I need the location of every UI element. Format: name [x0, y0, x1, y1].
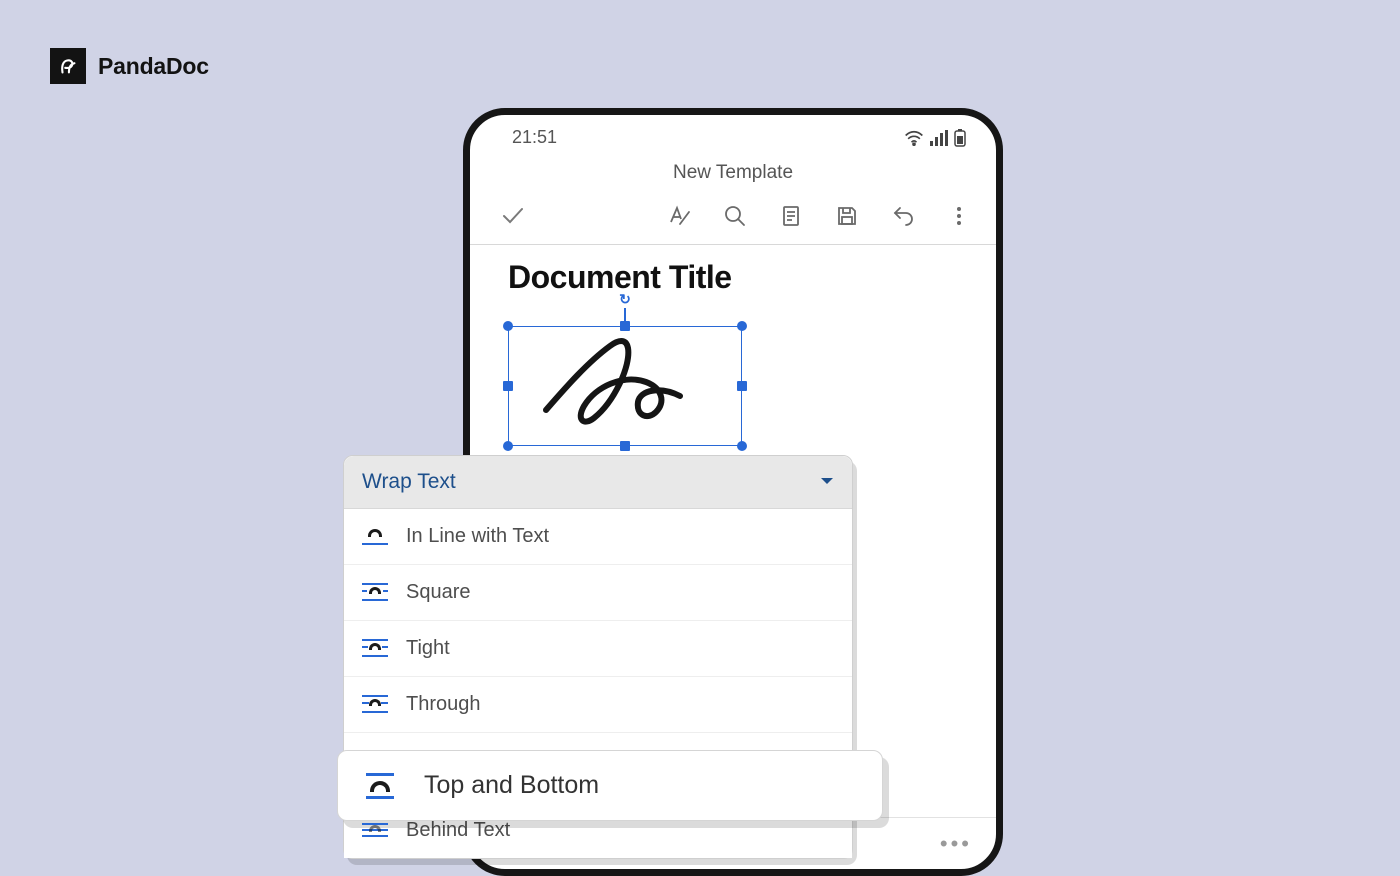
wrap-text-title: Wrap Text	[362, 470, 456, 494]
wrap-tight-icon	[362, 639, 388, 659]
wrap-behind-icon	[362, 821, 388, 841]
collapse-caret-icon	[820, 473, 834, 491]
text-style-button[interactable]	[652, 198, 706, 234]
wrap-inline-icon	[362, 527, 388, 547]
status-icons	[904, 129, 966, 147]
resize-handle-bl[interactable]	[503, 441, 513, 451]
wrap-option-label: Behind Text	[406, 819, 510, 842]
document-canvas[interactable]: Document Title ↻	[470, 245, 996, 460]
wrap-option-inline[interactable]: In Line with Text	[344, 509, 852, 565]
wrap-option-tight[interactable]: Tight	[344, 621, 852, 677]
resize-handle-tr[interactable]	[737, 321, 747, 331]
status-bar: 21:51	[470, 115, 996, 154]
resize-handle-tl[interactable]	[503, 321, 513, 331]
toolbar	[470, 194, 996, 245]
document-name[interactable]: New Template	[470, 154, 996, 194]
search-button[interactable]	[708, 198, 762, 234]
wrap-option-through[interactable]: Through	[344, 677, 852, 733]
resize-handle-t[interactable]	[620, 321, 630, 331]
wrap-square-icon	[362, 583, 388, 603]
signature-image	[528, 332, 708, 432]
wrap-option-square[interactable]: Square	[344, 565, 852, 621]
brand-name: PandaDoc	[98, 53, 209, 80]
resize-handle-r[interactable]	[737, 381, 747, 391]
rotate-handle[interactable]: ↻	[616, 290, 634, 308]
wifi-icon	[904, 130, 924, 146]
resize-handle-l[interactable]	[503, 381, 513, 391]
brand-mark-icon	[50, 48, 86, 84]
page-title[interactable]: Document Title	[508, 259, 958, 296]
wrap-option-label: Tight	[406, 637, 450, 660]
undo-button[interactable]	[876, 198, 930, 234]
selected-image[interactable]: ↻	[508, 326, 742, 446]
wrap-top-bottom-icon	[362, 773, 398, 799]
wrap-option-top-bottom[interactable]: Top and Bottom	[337, 750, 883, 821]
status-time: 21:51	[512, 127, 557, 148]
wrap-option-label: In Line with Text	[406, 525, 549, 548]
more-button[interactable]: •••	[940, 831, 972, 857]
reading-mode-button[interactable]	[764, 198, 818, 234]
signal-icon	[930, 130, 948, 146]
brand-logo: PandaDoc	[50, 48, 209, 84]
wrap-option-label: Square	[406, 581, 471, 604]
confirm-button[interactable]	[490, 198, 544, 234]
overflow-menu-button[interactable]	[932, 198, 986, 234]
wrap-option-label: Through	[406, 693, 481, 716]
wrap-option-label: Top and Bottom	[424, 771, 599, 800]
resize-handle-br[interactable]	[737, 441, 747, 451]
wrap-through-icon	[362, 695, 388, 715]
wrap-text-header[interactable]: Wrap Text	[344, 456, 852, 509]
resize-handle-b[interactable]	[620, 441, 630, 451]
battery-icon	[954, 129, 966, 147]
wrap-text-panel: Wrap Text In Line with Text Square T	[343, 455, 853, 859]
save-button[interactable]	[820, 198, 874, 234]
